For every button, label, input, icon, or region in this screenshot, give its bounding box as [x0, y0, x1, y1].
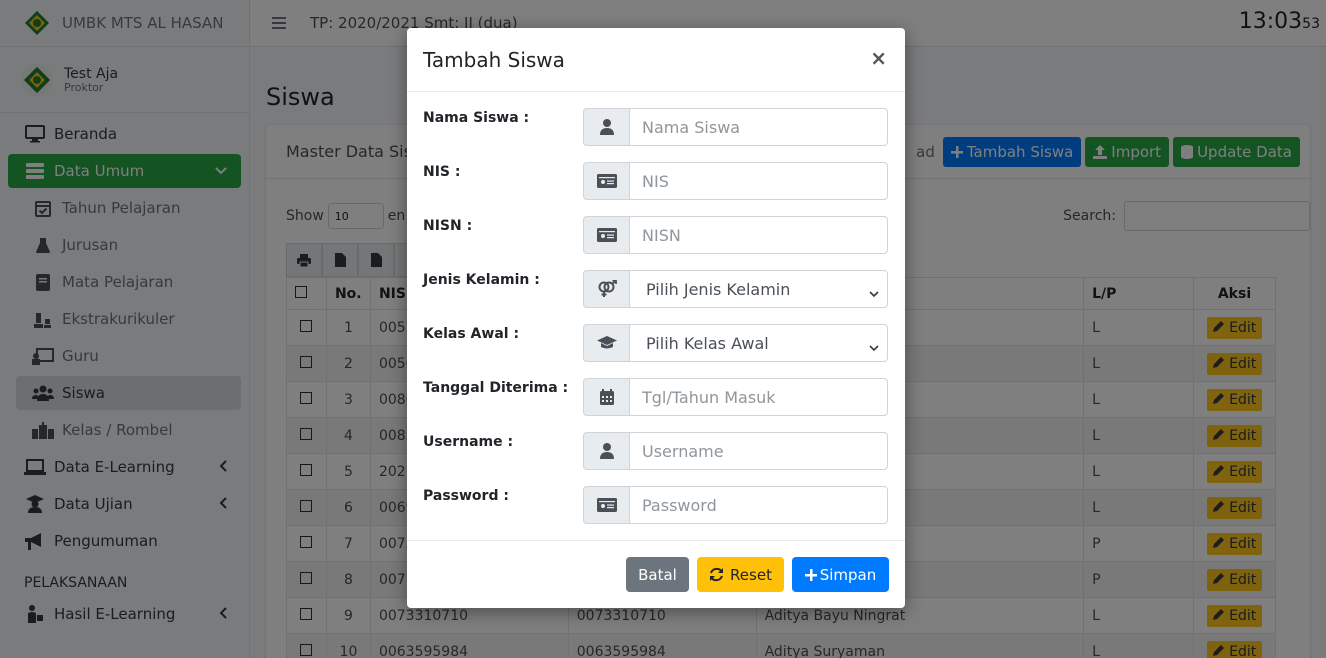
- select-value: Pilih Jenis Kelamin: [646, 279, 791, 299]
- modal-footer: Batal Reset Simpan: [407, 540, 905, 608]
- form-row-tanggal-diterima: Tanggal Diterima : Tgl/Tahun Masuk: [423, 378, 889, 432]
- password-group: Password: [583, 486, 888, 524]
- nama-siswa-label: Nama Siswa :: [423, 110, 530, 126]
- form-row-nisn: NISN : NISN: [423, 216, 889, 270]
- reset-button[interactable]: Reset: [697, 557, 784, 592]
- nisn-input[interactable]: NISN: [629, 216, 888, 254]
- tanggal-diterima-group: Tgl/Tahun Masuk: [583, 378, 888, 416]
- input-placeholder: Username: [642, 441, 724, 461]
- calendar-icon: [583, 378, 629, 416]
- reset-label: Reset: [730, 565, 772, 584]
- username-input[interactable]: Username: [629, 432, 888, 470]
- input-placeholder: Password: [642, 495, 717, 515]
- form-row-jenis-kelamin: Jenis Kelamin : Pilih Jenis Kelamin: [423, 270, 889, 324]
- select-value: Pilih Kelas Awal: [646, 333, 769, 353]
- form-row-nis: NIS : NIS: [423, 162, 889, 216]
- tanggal-diterima-label: Tanggal Diterima :: [423, 380, 569, 396]
- venus-mars-icon: [583, 270, 629, 308]
- close-icon[interactable]: ×: [870, 46, 887, 70]
- save-label: Simpan: [819, 565, 877, 584]
- nis-group: NIS: [583, 162, 888, 200]
- modal-header: Tambah Siswa ×: [407, 28, 905, 92]
- sync-icon: [709, 567, 724, 582]
- id-card-icon: [583, 486, 629, 524]
- form-row-username: Username : Username: [423, 432, 889, 486]
- nama-siswa-input[interactable]: Nama Siswa: [629, 108, 888, 146]
- add-student-modal: Tambah Siswa × Nama Siswa : Nama Siswa NIS…: [407, 28, 905, 608]
- input-placeholder: Tgl/Tahun Masuk: [642, 387, 776, 407]
- nisn-label: NISN :: [423, 218, 473, 234]
- tanggal-diterima-input[interactable]: Tgl/Tahun Masuk: [629, 378, 888, 416]
- form-row-password: Password : Password: [423, 486, 889, 540]
- save-button[interactable]: Simpan: [792, 557, 889, 592]
- nisn-group: NISN: [583, 216, 888, 254]
- modal-title: Tambah Siswa: [423, 47, 565, 72]
- user-icon: [583, 432, 629, 470]
- cancel-button[interactable]: Batal: [626, 557, 689, 592]
- graduation-cap-icon: [583, 324, 629, 362]
- nis-input[interactable]: NIS: [629, 162, 888, 200]
- username-label: Username :: [423, 434, 514, 450]
- jenis-kelamin-select[interactable]: Pilih Jenis Kelamin: [629, 270, 888, 308]
- chevron-down-icon: [869, 283, 879, 302]
- jenis-kelamin-label: Jenis Kelamin :: [423, 272, 540, 288]
- form-row-nama-siswa: Nama Siswa : Nama Siswa: [423, 108, 889, 162]
- modal-body: Nama Siswa : Nama Siswa NIS : NIS NISN : NISN…: [407, 92, 905, 540]
- kelas-awal-select[interactable]: Pilih Kelas Awal: [629, 324, 888, 362]
- input-placeholder: Nama Siswa: [642, 117, 741, 137]
- input-placeholder: NIS: [642, 171, 669, 191]
- form-row-kelas-awal: Kelas Awal : Pilih Kelas Awal: [423, 324, 889, 378]
- user-icon: [583, 108, 629, 146]
- kelas-awal-label: Kelas Awal :: [423, 326, 520, 342]
- password-input[interactable]: Password: [629, 486, 888, 524]
- input-placeholder: NISN: [642, 225, 681, 245]
- chevron-down-icon: [869, 337, 879, 356]
- id-card-icon: [583, 162, 629, 200]
- password-label: Password :: [423, 488, 509, 504]
- kelas-awal-group: Pilih Kelas Awal: [583, 324, 888, 362]
- nama-siswa-group: Nama Siswa: [583, 108, 888, 146]
- nis-label: NIS :: [423, 164, 461, 180]
- plus-icon: [804, 568, 817, 581]
- jenis-kelamin-group: Pilih Jenis Kelamin: [583, 270, 888, 308]
- username-group: Username: [583, 432, 888, 470]
- id-card-icon: [583, 216, 629, 254]
